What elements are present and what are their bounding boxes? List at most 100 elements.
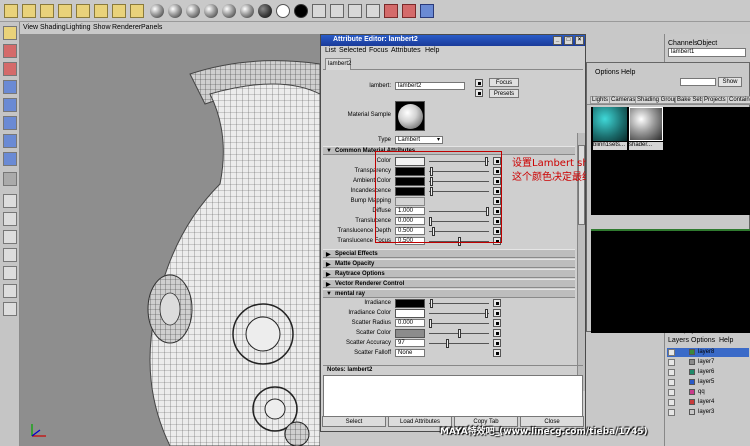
shader-black-icon[interactable] xyxy=(294,4,308,18)
layer-color-swatch[interactable] xyxy=(689,379,695,385)
visibility-toggle[interactable] xyxy=(668,369,675,376)
type-dropdown[interactable]: Lambert ▾ xyxy=(395,136,443,144)
channel-box-tab-object[interactable]: Object xyxy=(697,40,717,47)
layer-row[interactable]: layer4 xyxy=(667,398,749,407)
map-texture-icon[interactable] xyxy=(493,319,501,327)
viewport-menu-lighting[interactable]: Lighting xyxy=(66,24,91,31)
camera-icon[interactable] xyxy=(348,4,362,18)
layer-render-tab[interactable]: Render xyxy=(709,328,729,334)
irradiance-swatch[interactable] xyxy=(395,299,425,308)
hypershade-menu-options[interactable]: Options xyxy=(595,69,619,76)
irradiance-slider[interactable] xyxy=(429,299,489,308)
layer-color-swatch[interactable] xyxy=(689,359,695,365)
ae-menu-attributes[interactable]: Attributes xyxy=(391,47,421,54)
layer-row[interactable]: layer7 xyxy=(667,358,749,367)
render-view-icon[interactable] xyxy=(330,4,344,18)
move-icon[interactable] xyxy=(3,80,17,94)
lattice-tool-icon[interactable] xyxy=(76,4,90,18)
select-button[interactable]: Select xyxy=(322,416,386,427)
visibility-toggle[interactable] xyxy=(668,409,675,416)
node-name-field[interactable]: lambert2 xyxy=(395,82,465,90)
rotate-icon[interactable] xyxy=(3,98,17,112)
side-by-side-layout-icon[interactable] xyxy=(3,230,17,244)
slider-thumb[interactable] xyxy=(430,299,433,308)
section-raytrace-options[interactable]: ▶ Raytrace Options xyxy=(323,269,575,278)
close-icon[interactable]: × xyxy=(575,36,584,45)
viewport-menu-show[interactable]: Show xyxy=(93,24,111,31)
layer-row[interactable]: layer8 xyxy=(667,348,749,357)
lasso-icon[interactable] xyxy=(3,44,17,58)
render-settings-icon[interactable] xyxy=(366,4,380,18)
scale-icon[interactable] xyxy=(3,116,17,130)
channel-box-node-field[interactable]: lambert1 xyxy=(668,48,746,57)
shader-sphere-icon[interactable] xyxy=(240,4,254,18)
viewport-menu-view[interactable]: View xyxy=(23,24,38,31)
soft-mod-icon[interactable] xyxy=(3,152,17,166)
minimize-icon[interactable]: _ xyxy=(553,36,562,45)
input-connection-icon[interactable] xyxy=(475,79,483,87)
rotate-tool-icon[interactable] xyxy=(40,4,54,18)
visibility-toggle[interactable] xyxy=(668,349,675,356)
visibility-toggle[interactable] xyxy=(668,399,675,406)
map-texture-icon[interactable] xyxy=(493,329,501,337)
scatter-color-swatch[interactable] xyxy=(395,329,425,338)
shader-sphere-icon[interactable] xyxy=(150,4,164,18)
tab-containers[interactable]: Containers xyxy=(727,96,750,104)
layer-row[interactable]: qq xyxy=(667,388,749,397)
shader-sphere-icon[interactable] xyxy=(222,4,236,18)
ik-tool-icon[interactable] xyxy=(130,4,144,18)
hypershade-menu-help[interactable]: Help xyxy=(621,69,635,76)
material-thumb-lambert[interactable] xyxy=(629,107,663,141)
focus-button[interactable]: Focus xyxy=(489,78,519,87)
map-texture-icon[interactable] xyxy=(493,339,501,347)
hypershade-layout-icon[interactable] xyxy=(3,302,17,316)
last-tool-icon[interactable] xyxy=(3,172,17,186)
single-pane-layout-icon[interactable] xyxy=(3,194,17,208)
move-tool-icon[interactable] xyxy=(22,4,36,18)
hypershade-search-field[interactable] xyxy=(680,78,716,86)
slider-thumb[interactable] xyxy=(485,309,488,318)
tab-lambert2[interactable]: lambert2 xyxy=(325,58,351,70)
graph-layout-icon[interactable] xyxy=(3,284,17,298)
delete-history-icon[interactable] xyxy=(384,4,398,18)
irradiance-color-slider[interactable] xyxy=(429,309,489,318)
slider-thumb[interactable] xyxy=(429,319,432,328)
section-special-effects[interactable]: ▶ Special Effects xyxy=(323,249,575,258)
tab-projects[interactable]: Projects xyxy=(702,96,728,104)
section-mental-ray[interactable]: ▼ mental ray xyxy=(323,289,575,298)
outliner-layout-icon[interactable] xyxy=(3,266,17,280)
window-title-bar[interactable]: Attribute Editor: lambert2 _ □ × xyxy=(321,35,585,46)
visibility-toggle[interactable] xyxy=(668,389,675,396)
layer-row[interactable]: layer6 xyxy=(667,368,749,377)
paint-select-icon[interactable] xyxy=(3,62,17,76)
shader-sphere-icon[interactable] xyxy=(186,4,200,18)
presets-button[interactable]: Presets xyxy=(489,89,519,98)
scatter-radius-field[interactable]: 0.000 xyxy=(395,319,425,327)
ae-menu-help[interactable]: Help xyxy=(425,47,439,54)
layer-menu-layers[interactable]: Layers xyxy=(668,337,689,344)
3d-viewport[interactable] xyxy=(20,34,320,446)
channel-box-tab-channels[interactable]: Channels xyxy=(668,40,698,47)
ae-menu-focus[interactable]: Focus xyxy=(369,47,388,54)
script-icon[interactable] xyxy=(420,4,434,18)
layer-row[interactable]: layer5 xyxy=(667,378,749,387)
scale-tool-icon[interactable] xyxy=(58,4,72,18)
ae-menu-selected[interactable]: Selected xyxy=(339,47,366,54)
visibility-toggle[interactable] xyxy=(668,359,675,366)
viewport-menu-renderer[interactable]: Renderer xyxy=(112,24,141,31)
layer-color-swatch[interactable] xyxy=(689,389,695,395)
layer-color-swatch[interactable] xyxy=(689,369,695,375)
show-button[interactable]: Show xyxy=(718,77,742,87)
map-texture-icon[interactable] xyxy=(493,349,501,357)
scatter-accuracy-slider[interactable] xyxy=(429,339,489,348)
shader-white-icon[interactable] xyxy=(276,4,290,18)
slider-thumb[interactable] xyxy=(446,339,449,348)
viewport-menu-shading[interactable]: Shading xyxy=(40,24,66,31)
maximize-icon[interactable]: □ xyxy=(564,36,573,45)
stacked-layout-icon[interactable] xyxy=(3,248,17,262)
ae-menu-list[interactable]: List xyxy=(325,47,336,54)
cluster-tool-icon[interactable] xyxy=(94,4,108,18)
layer-color-swatch[interactable] xyxy=(689,399,695,405)
shader-sphere-icon[interactable] xyxy=(258,4,272,18)
layer-row[interactable]: layer3 xyxy=(667,408,749,417)
